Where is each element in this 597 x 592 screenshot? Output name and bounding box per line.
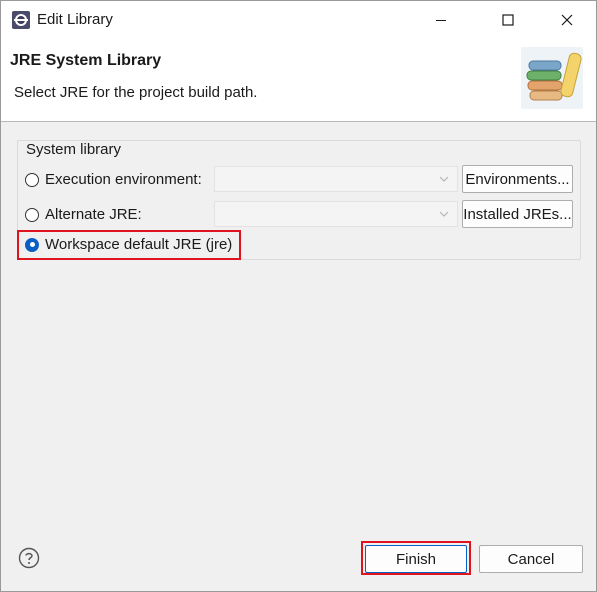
chevron-down-icon bbox=[439, 176, 449, 182]
edit-library-dialog: Edit Library JRE System Library Select J… bbox=[0, 0, 597, 592]
installed-jres-button[interactable]: Installed JREs... bbox=[462, 200, 573, 228]
workspace-default-jre-radio[interactable]: Workspace default JRE (jre) bbox=[25, 236, 232, 253]
chevron-down-icon bbox=[439, 211, 449, 217]
execution-environment-radio[interactable]: Execution environment: bbox=[25, 171, 202, 188]
minimize-icon bbox=[436, 20, 446, 21]
radio-indicator-selected bbox=[25, 237, 39, 252]
radio-indicator bbox=[25, 172, 39, 187]
cancel-button-label: Cancel bbox=[507, 550, 555, 568]
radio-indicator bbox=[25, 207, 39, 222]
execution-environment-combo[interactable] bbox=[214, 166, 458, 192]
workspace-default-jre-label: Workspace default JRE (jre) bbox=[45, 236, 233, 253]
title-bar: Edit Library bbox=[1, 1, 596, 39]
wizard-header: JRE System Library Select JRE for the pr… bbox=[1, 39, 596, 122]
eclipse-app-icon bbox=[12, 11, 30, 29]
page-description: Select JRE for the project build path. bbox=[14, 84, 258, 101]
system-library-label: System library bbox=[26, 141, 122, 158]
finish-button[interactable]: Finish bbox=[365, 545, 467, 573]
alternate-jre-combo[interactable] bbox=[214, 201, 458, 227]
close-button[interactable] bbox=[545, 1, 589, 39]
alternate-jre-label: Alternate JRE: bbox=[45, 206, 142, 223]
execution-environment-label: Execution environment: bbox=[45, 171, 202, 188]
window-title: Edit Library bbox=[37, 11, 113, 28]
maximize-icon bbox=[502, 14, 514, 26]
environments-button-label: Environments... bbox=[465, 170, 570, 188]
close-icon bbox=[561, 14, 573, 26]
maximize-button[interactable] bbox=[486, 1, 530, 39]
environments-button[interactable]: Environments... bbox=[462, 165, 573, 193]
minimize-button[interactable] bbox=[419, 1, 463, 39]
alternate-jre-radio[interactable]: Alternate JRE: bbox=[25, 206, 142, 223]
finish-button-label: Finish bbox=[395, 550, 436, 568]
cancel-button[interactable]: Cancel bbox=[479, 545, 583, 573]
page-title: JRE System Library bbox=[10, 52, 162, 69]
installed-jres-button-label: Installed JREs... bbox=[463, 205, 572, 223]
books-icon bbox=[521, 47, 583, 109]
help-icon[interactable] bbox=[18, 547, 40, 569]
